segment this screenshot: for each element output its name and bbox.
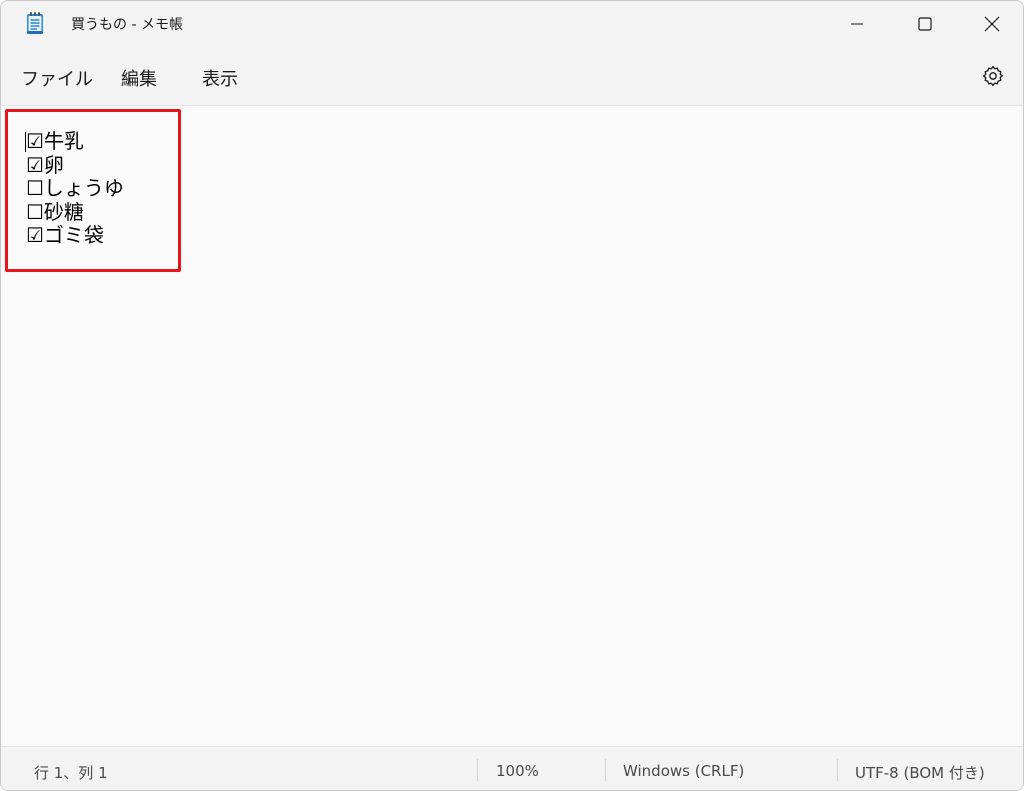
maximize-button[interactable] xyxy=(891,1,959,47)
gear-icon xyxy=(981,65,1005,92)
menu-edit[interactable]: 編集 xyxy=(121,65,157,91)
maximize-icon xyxy=(918,17,932,31)
menu-bar: ファイル 編集 表示 xyxy=(1,47,1023,106)
text-line: ☐しょうゆ xyxy=(26,176,124,200)
notepad-icon xyxy=(26,11,44,35)
menu-file[interactable]: ファイル xyxy=(21,65,93,91)
minimize-button[interactable] xyxy=(823,1,891,47)
status-divider xyxy=(605,759,606,781)
notepad-window: 買うもの - メモ帳 ファイル 編集 表示 ☑牛乳 ☑卵 ☐しょうゆ ☐砂糖 ☑… xyxy=(0,0,1024,791)
text-editor[interactable]: ☑牛乳 ☑卵 ☐しょうゆ ☐砂糖 ☑ゴミ袋 xyxy=(1,106,1023,746)
cursor-position[interactable]: 行 1、列 1 xyxy=(34,762,108,783)
close-icon xyxy=(984,16,1000,32)
status-divider xyxy=(837,759,838,781)
text-line: ☐砂糖 xyxy=(26,199,84,224)
text-line: ☑牛乳 xyxy=(26,129,84,153)
menu-view[interactable]: 表示 xyxy=(202,65,238,91)
title-bar[interactable]: 買うもの - メモ帳 xyxy=(1,1,1023,47)
line-ending[interactable]: Windows (CRLF) xyxy=(623,762,744,780)
status-bar: 行 1、列 1 100% Windows (CRLF) UTF-8 (BOM 付… xyxy=(1,746,1023,790)
close-button[interactable] xyxy=(958,1,1023,47)
minimize-icon xyxy=(851,18,863,30)
zoom-level[interactable]: 100% xyxy=(496,762,539,780)
text-line: ☑卵 xyxy=(26,152,64,177)
encoding[interactable]: UTF-8 (BOM 付き) xyxy=(855,762,985,783)
window-title: 買うもの - メモ帳 xyxy=(71,17,183,33)
editor-content[interactable]: ☑牛乳 ☑卵 ☐しょうゆ ☐砂糖 ☑ゴミ袋 xyxy=(26,129,124,248)
settings-button[interactable] xyxy=(981,64,1005,88)
text-line: ☑ゴミ袋 xyxy=(26,223,104,247)
status-divider xyxy=(477,759,478,781)
